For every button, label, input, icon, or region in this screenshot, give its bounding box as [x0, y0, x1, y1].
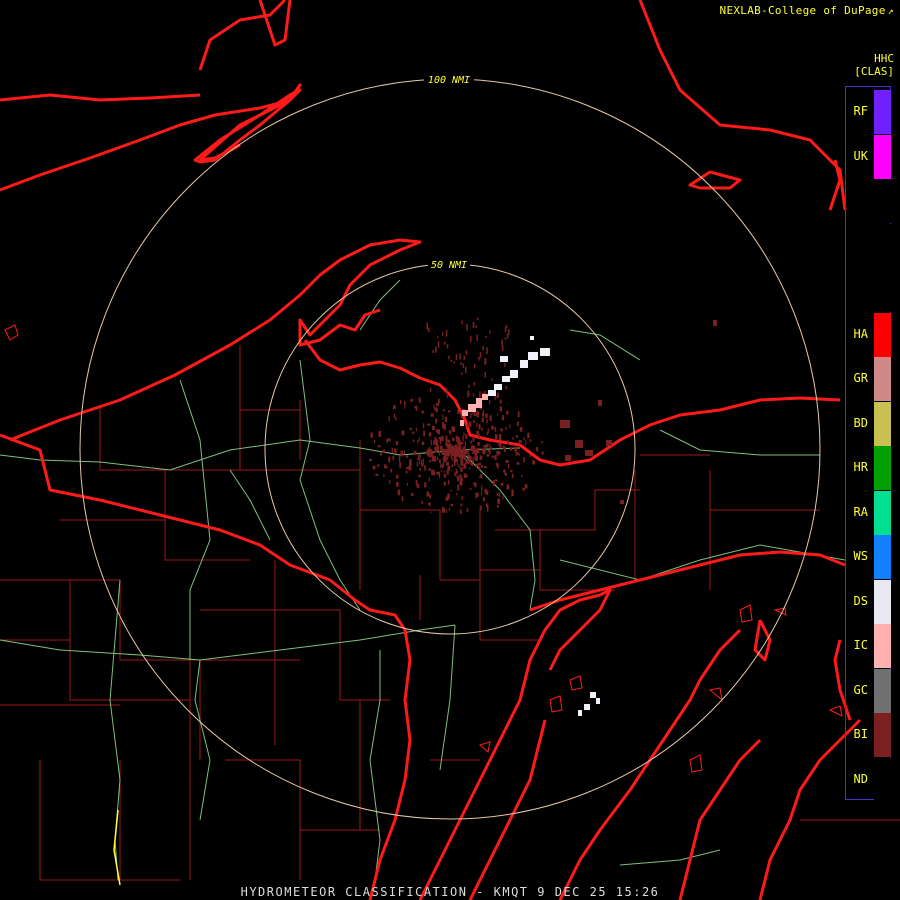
credit-text: NEXLAB-College of DuPage [719, 4, 886, 17]
legend-label: RF [853, 104, 868, 118]
legend-swatch [874, 134, 891, 179]
legend-units: [CLAS] [854, 65, 894, 78]
legend-item-ws: WS [0, 535, 900, 579]
legend-label: HR [853, 460, 868, 474]
legend-item-bd: BD [0, 401, 900, 446]
legend-swatch [874, 446, 891, 490]
legend-swatch [874, 223, 891, 268]
legend-swatch [874, 535, 891, 579]
legend-item-bi: BI [0, 713, 900, 757]
legend-label: ND [853, 771, 868, 786]
legend-swatch [874, 713, 891, 757]
legend-label: BI [853, 727, 868, 741]
legend-swatch [874, 268, 891, 312]
legend-label: UK [853, 148, 868, 163]
legend-label: BD [853, 415, 868, 430]
legend-swatch [874, 312, 891, 357]
legend-item-ra: RA [0, 490, 900, 535]
legend-swatch [874, 357, 891, 401]
credit-label: NEXLAB-College of DuPage ↗ [720, 4, 894, 17]
legend-item-gr: GR [0, 357, 900, 401]
legend-swatch [874, 757, 891, 802]
legend-label: GR [853, 371, 868, 385]
legend-label: RA [853, 504, 868, 519]
legend-swatch [874, 668, 891, 713]
legend-swatch [874, 579, 891, 624]
legend-item-ic: IC [0, 624, 900, 668]
legend-item-nd: ND [0, 757, 900, 802]
legend-item-blank [0, 268, 900, 312]
legend-item-rf: RF [0, 90, 900, 134]
yellow-road-segment [113, 809, 121, 886]
legend-item-gc: GC [0, 668, 900, 713]
legend-item-ds: DS [0, 579, 900, 624]
ring-label-100: 100 NMI [428, 75, 470, 86]
legend-label: IC [853, 638, 868, 652]
legend-swatch [874, 90, 891, 134]
legend-swatch [874, 401, 891, 446]
legend-label: GC [853, 682, 868, 697]
legend-label: WS [853, 549, 868, 563]
legend-product: HHC [874, 52, 894, 65]
legend-item-blank [0, 223, 900, 268]
legend-label: HA [853, 326, 868, 341]
product-title: HYDROMETEOR CLASSIFICATION - KMQT 9 DEC … [240, 885, 660, 899]
legend-item-hr: HR [0, 446, 900, 490]
legend-item-uk: UK [0, 134, 900, 179]
legend-swatch [874, 179, 891, 223]
legend-item-blank [0, 179, 900, 223]
legend-swatch [874, 624, 891, 668]
legend-label: DS [853, 593, 868, 608]
external-link-icon[interactable]: ↗ [888, 6, 894, 17]
legend-header: HHC [CLAS] [854, 52, 894, 78]
legend-swatch [874, 490, 891, 535]
legend-item-ha: HA [0, 312, 900, 357]
